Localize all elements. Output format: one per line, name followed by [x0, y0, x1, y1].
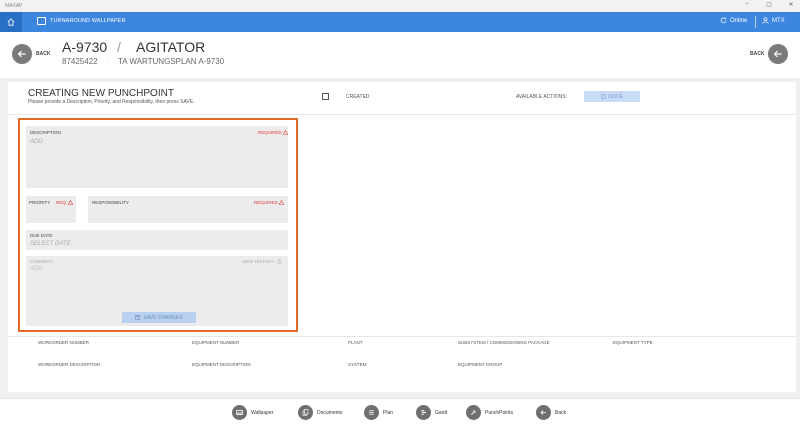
history-icon	[276, 259, 282, 264]
description-required-label: REQUIRED	[258, 130, 282, 135]
page-header: BACK A-9730 / AGITATOR 87425422 · TA WAR…	[0, 32, 800, 78]
issue-label: ISSUE	[607, 93, 623, 100]
user-label: MTX	[772, 17, 785, 24]
plan-name: TA WARTUNGSPLAN A-9730	[118, 57, 225, 66]
back-arrow-icon	[773, 50, 782, 58]
responsibility-required-label: REQUIRED	[254, 200, 278, 205]
due-date-label: DUE DATE	[30, 233, 53, 238]
description-label: DESCRIPTION	[30, 130, 61, 135]
top-bar: TURNAROUND WALLPAPER Online MTX	[0, 12, 800, 32]
home-button[interactable]	[0, 12, 22, 32]
issue-button[interactable]: ISSUE	[584, 91, 640, 102]
nav-punchpoints[interactable]: PunchPoints	[466, 405, 513, 420]
wallpaper-icon	[232, 405, 247, 420]
title-separator: /	[117, 39, 121, 55]
nav-punchpoints-label: PunchPoints	[485, 409, 514, 416]
priority-label: PRIORITY	[29, 200, 51, 205]
punchpoint-title: CREATING NEW PUNCHPOINT	[28, 88, 174, 99]
nav-back-label: Back	[555, 409, 567, 416]
topbar-separator	[755, 16, 756, 28]
issue-icon	[601, 94, 606, 99]
responsibility-field[interactable]: RESPONSIBILITY REQUIRED	[88, 196, 288, 223]
punchpoints-icon	[466, 405, 481, 420]
subtitle-dot: ·	[107, 56, 110, 63]
description-field[interactable]: DESCRIPTION REQUIRED ADD	[26, 126, 288, 188]
plan-icon	[364, 405, 379, 420]
warning-icon	[68, 200, 74, 205]
nav-wallpaper-label: Wallpaper	[251, 409, 274, 416]
workorder-number-label: WORKORDER NUMBER	[38, 340, 90, 345]
wallpaper-icon	[37, 17, 46, 25]
priority-required: REQ.	[56, 200, 74, 205]
equipment-type-label: EQUIPMENT TYPE	[613, 340, 653, 345]
online-status[interactable]: Online	[720, 17, 747, 24]
warning-icon	[278, 200, 284, 205]
info-divider	[8, 336, 796, 337]
responsibility-label: RESPONSIBILITY	[92, 200, 130, 205]
priority-field[interactable]: PRIORITY REQ.	[26, 196, 76, 223]
warning-icon	[282, 130, 288, 135]
nav-back[interactable]: Back	[536, 405, 566, 420]
home-icon	[7, 18, 15, 26]
documents-icon	[298, 405, 313, 420]
equipment-group-label: EQUIPMENT GROUP	[458, 362, 503, 367]
due-date-field[interactable]: DUE DATE SELECT DATE	[26, 230, 288, 250]
close-button[interactable]: ✕	[784, 1, 798, 8]
save-button[interactable]: SAVE CHANGES	[122, 312, 196, 323]
app-name: MAXAP	[5, 3, 23, 9]
equipment-id: A-9730	[62, 39, 108, 55]
header-divider	[8, 114, 796, 115]
view-history-link[interactable]: VIEW HISTORY	[242, 259, 282, 264]
order-number: 87425422	[62, 57, 98, 66]
punchpoint-instructions: Please provide a Description, Priority, …	[28, 99, 195, 105]
nav-documents-label: Documents	[317, 409, 343, 416]
user-icon	[762, 17, 769, 24]
bottom-nav: Wallpaper Documents Plan Gantt PunchPoin…	[0, 398, 800, 432]
user-menu[interactable]: MTX	[762, 17, 785, 24]
created-label: CREATED	[346, 94, 370, 100]
equipment-description-label: EQUIPMENT DESCRIPTION	[192, 362, 251, 367]
due-date-placeholder: SELECT DATE	[30, 241, 71, 247]
created-checkbox-icon	[322, 93, 329, 100]
online-label: Online	[730, 17, 748, 24]
nav-gantt[interactable]: Gantt	[416, 405, 447, 420]
minimize-button[interactable]: –	[740, 1, 754, 7]
back-button[interactable]	[12, 44, 32, 64]
description-placeholder: ADD	[30, 139, 43, 145]
back-arrow-icon	[536, 405, 551, 420]
comment-label: COMMENT	[30, 259, 54, 264]
maximize-button[interactable]: ▢	[762, 1, 776, 8]
right-back-button[interactable]	[768, 44, 788, 64]
back-label[interactable]: BACK	[36, 51, 50, 57]
punchpoint-card: CREATING NEW PUNCHPOINT Please provide a…	[8, 82, 796, 392]
nav-documents[interactable]: Documents	[298, 405, 342, 420]
subsystem-label: SUBSYSTEM / COMMISSIONING PACKAGE	[458, 340, 550, 345]
system-label: SYSTEM	[348, 362, 367, 367]
responsibility-required: REQUIRED	[254, 200, 284, 205]
punchpoint-form: DESCRIPTION REQUIRED ADD PRIORITY REQ. R…	[18, 118, 298, 332]
plant-label: PLANT	[348, 340, 363, 345]
nav-wallpaper[interactable]: Wallpaper	[232, 405, 273, 420]
comment-placeholder: ADD	[30, 266, 43, 272]
nav-plan-label: Plan	[383, 409, 394, 416]
window-titlebar: MAXAP – ▢ ✕	[0, 0, 800, 12]
app-title: TURNAROUND WALLPAPER	[50, 18, 126, 24]
page-title: AGITATOR	[136, 39, 206, 55]
gantt-icon	[416, 405, 431, 420]
sync-icon	[720, 17, 727, 24]
description-required: REQUIRED	[258, 130, 288, 135]
view-history-label: VIEW HISTORY	[242, 259, 275, 264]
save-label: SAVE CHANGES	[143, 314, 183, 321]
save-icon	[135, 315, 141, 320]
nav-gantt-label: Gantt	[435, 409, 448, 416]
nav-plan[interactable]: Plan	[364, 405, 393, 420]
available-actions-label: AVAILABLE ACTIONS:	[516, 94, 567, 100]
equipment-number-label: EQUIPMENT NUMBER	[192, 340, 240, 345]
back-arrow-icon	[17, 50, 26, 58]
right-back-label[interactable]: BACK	[750, 51, 764, 57]
priority-required-label: REQ.	[56, 200, 68, 205]
workorder-description-label: WORKORDER DESCRIPTION	[38, 362, 101, 367]
